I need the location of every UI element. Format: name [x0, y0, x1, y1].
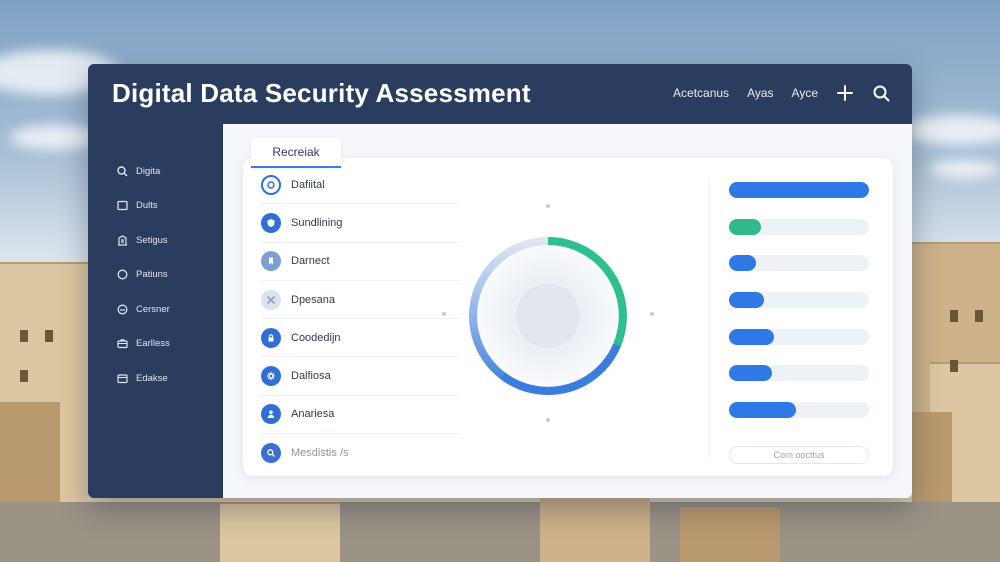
- sidebar-item-label: Patiuns: [136, 269, 168, 281]
- sidebar-item-edakse[interactable]: Edakse: [88, 361, 223, 396]
- progress-bar-6: [729, 365, 869, 382]
- list-item-label: Darnect: [291, 255, 330, 268]
- list-item-dafiital[interactable]: Dafiital: [261, 166, 461, 205]
- sidebar: Digita Dults Setigus Patiuns Cersner Ear…: [88, 124, 223, 498]
- category-list: Dafiital Sundlining Darnect Dpesana Cood…: [261, 166, 461, 472]
- more-button[interactable]: Corn oocttus: [729, 446, 869, 464]
- title-bar: Digital Data Security Assessment Acetcan…: [88, 64, 912, 124]
- progress-bar-4: [729, 292, 869, 309]
- progress-bar-7: [729, 402, 869, 419]
- shield-icon: [261, 212, 281, 233]
- sidebar-item-dults[interactable]: Dults: [88, 189, 223, 224]
- list-item-dpesana[interactable]: Dpesana: [261, 281, 461, 320]
- progress-bar-fill: [729, 218, 762, 235]
- ring-marker-right: [650, 312, 654, 316]
- cabinet-icon: [116, 234, 128, 246]
- gauge-icon: [116, 303, 128, 315]
- progress-bars: [729, 182, 869, 439]
- progress-bar-fill: [729, 402, 797, 419]
- list-item-label: Dalfiosa: [291, 370, 331, 383]
- tab-label: Recreiak: [272, 145, 320, 159]
- list-item-coodedijn[interactable]: Coodedijn: [261, 319, 461, 358]
- sidebar-item-label: Cersner: [136, 303, 170, 315]
- list-item-label: Sundlining: [291, 216, 343, 229]
- tab-recreiak[interactable]: Recreiak: [251, 138, 341, 168]
- person-icon: [261, 404, 281, 425]
- ring-marker-bottom: [546, 418, 550, 422]
- progress-bar-3: [729, 255, 869, 272]
- list-item-dalfiosa[interactable]: Dalfiosa: [261, 357, 461, 396]
- plus-icon[interactable]: [836, 84, 854, 102]
- panel-divider: [709, 178, 710, 458]
- circle-icon: [116, 269, 128, 281]
- nav-link-ayce[interactable]: Ayce: [792, 86, 818, 100]
- list-item-label: Mesdistis /s: [291, 447, 349, 460]
- ring-marker-top: [546, 204, 550, 208]
- progress-bar-fill: [729, 255, 756, 272]
- briefcase-icon: [116, 338, 128, 350]
- score-ring-chart: [469, 237, 627, 395]
- sidebar-item-cersner[interactable]: Cersner: [88, 292, 223, 327]
- more-button-label: Corn oocttus: [773, 450, 825, 460]
- list-item-mesdistis[interactable]: Mesdistis /s: [261, 434, 461, 472]
- ring-marker-left: [442, 312, 446, 316]
- progress-bar-fill: [729, 365, 773, 382]
- list-item-label: Dafiital: [291, 178, 325, 191]
- progress-bar-2: [729, 218, 869, 235]
- sidebar-item-label: Digita: [136, 165, 161, 177]
- assessment-panel: Dafiital Sundlining Darnect Dpesana Cood…: [243, 158, 893, 476]
- list-item-label: Dpesana: [291, 293, 336, 306]
- sidebar-item-label: Setigus: [136, 234, 168, 246]
- nav-link-acetcanus[interactable]: Acetcanus: [673, 86, 729, 100]
- search-icon: [261, 443, 281, 464]
- list-item-label: Coodedijn: [291, 331, 341, 344]
- lock-icon: [261, 327, 281, 348]
- page-title: Digital Data Security Assessment: [112, 78, 531, 108]
- top-nav: Acetcanus Ayas Ayce: [673, 84, 890, 102]
- sidebar-item-patiuns[interactable]: Patiuns: [88, 258, 223, 293]
- sidebar-item-setigus[interactable]: Setigus: [88, 223, 223, 258]
- search-icon[interactable]: [872, 84, 890, 102]
- progress-bar-1: [729, 182, 869, 198]
- gear-icon: [261, 366, 281, 387]
- sidebar-item-label: Edakse: [136, 372, 168, 384]
- sidebar-item-label: Dults: [136, 200, 158, 212]
- search-icon: [116, 165, 128, 177]
- list-item-darnect[interactable]: Darnect: [261, 243, 461, 281]
- progress-bar-fill: [729, 292, 764, 309]
- progress-bar-fill: [729, 328, 774, 345]
- list-item-anariesa[interactable]: Anariesa: [261, 396, 461, 435]
- list-item-label: Anariesa: [291, 408, 335, 421]
- window-icon: [116, 372, 128, 384]
- progress-bar-5: [729, 328, 869, 345]
- sidebar-item-digita[interactable]: Digita: [88, 154, 223, 189]
- circle-outline-icon: [261, 174, 281, 195]
- sidebar-item-label: Earlless: [136, 338, 170, 350]
- bookmark-icon: [261, 251, 281, 272]
- list-item-sundlining[interactable]: Sundlining: [261, 204, 461, 243]
- cross-icon: [261, 289, 281, 310]
- security-score-ring: [442, 198, 654, 422]
- main-content: Dafiital Sundlining Darnect Dpesana Cood…: [223, 124, 912, 498]
- sidebar-item-earlless[interactable]: Earlless: [88, 327, 223, 362]
- nav-link-ayas[interactable]: Ayas: [747, 86, 773, 100]
- app-window: Digital Data Security Assessment Acetcan…: [88, 64, 912, 498]
- progress-bar-fill: [729, 182, 869, 198]
- square-icon: [116, 200, 128, 212]
